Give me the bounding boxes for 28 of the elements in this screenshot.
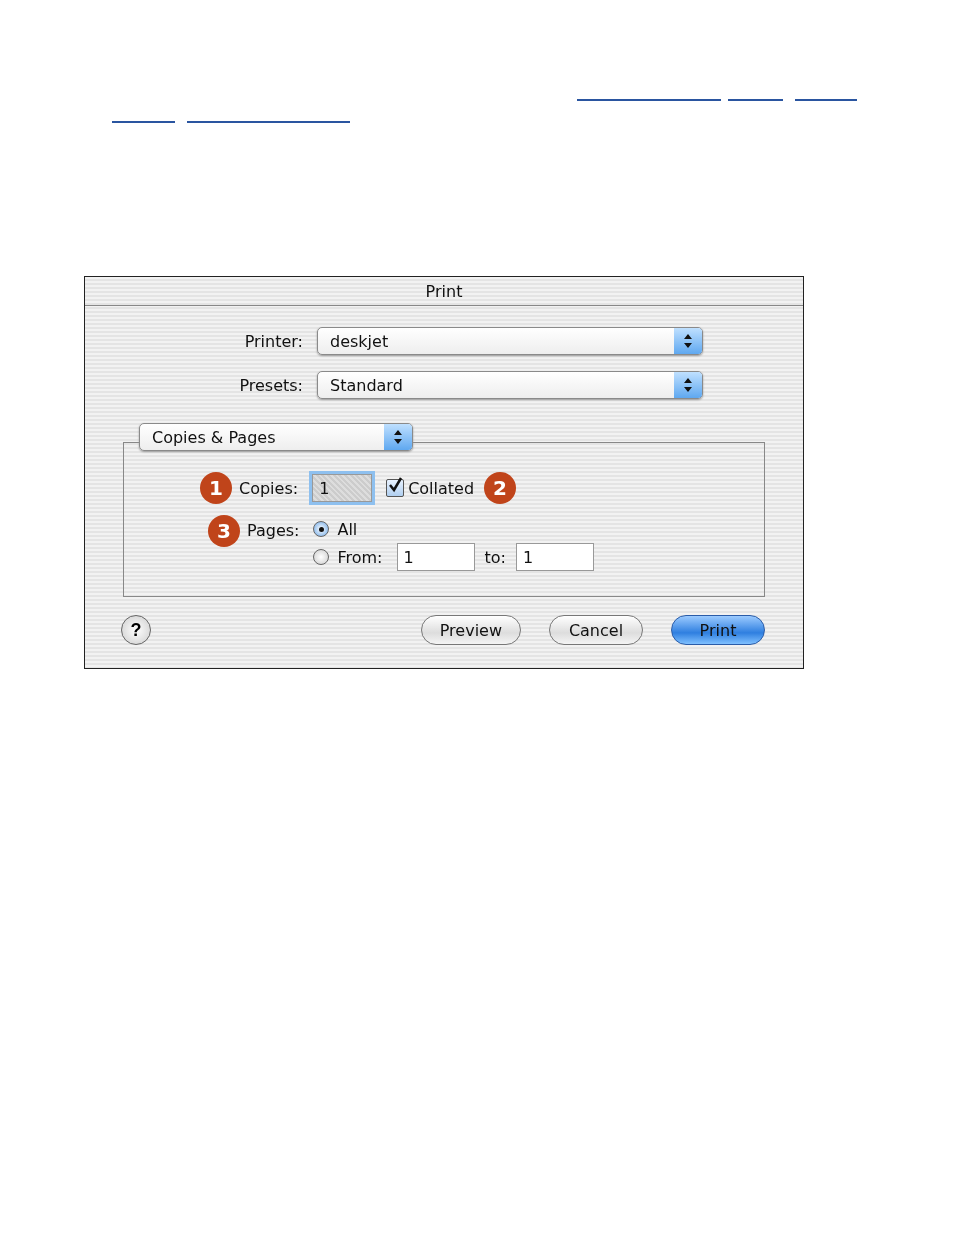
dialog-button[interactable]: Preview <box>420 615 521 645</box>
stepper-icon <box>674 372 702 398</box>
radio-button[interactable] <box>313 549 330 565</box>
dialog-button[interactable]: Print <box>671 615 765 645</box>
checkbox-label: Collated <box>408 478 475 498</box>
to-field[interactable]: 1 <box>515 543 594 571</box>
radio-label: All <box>337 519 358 539</box>
radio-button[interactable] <box>313 521 330 537</box>
popup-menu[interactable]: Copies & Pages <box>139 423 413 451</box>
field-label: Presets: <box>238 375 304 395</box>
copies-field[interactable]: 1 <box>312 474 373 502</box>
callout-number: 3 <box>208 515 240 547</box>
field-label: Pages: <box>247 521 300 540</box>
radio-label: From: <box>337 547 383 567</box>
dialog-button[interactable]: Cancel <box>549 615 643 645</box>
field-label: Printer: <box>243 331 304 351</box>
stepper-icon <box>674 328 702 354</box>
checkbox[interactable] <box>386 479 405 497</box>
from-field[interactable]: 1 <box>396 543 475 571</box>
callout-number: 2 <box>484 472 517 504</box>
field-label: to: <box>484 547 506 567</box>
popup-menu[interactable]: deskjet <box>317 327 703 355</box>
popup-menu[interactable]: Standard <box>317 371 703 399</box>
window-title: Print <box>425 281 463 301</box>
field-label: Copies: <box>239 478 299 498</box>
stepper-icon <box>384 424 412 450</box>
help-button[interactable]: ? <box>121 615 151 645</box>
callout-number: 1 <box>200 472 232 504</box>
